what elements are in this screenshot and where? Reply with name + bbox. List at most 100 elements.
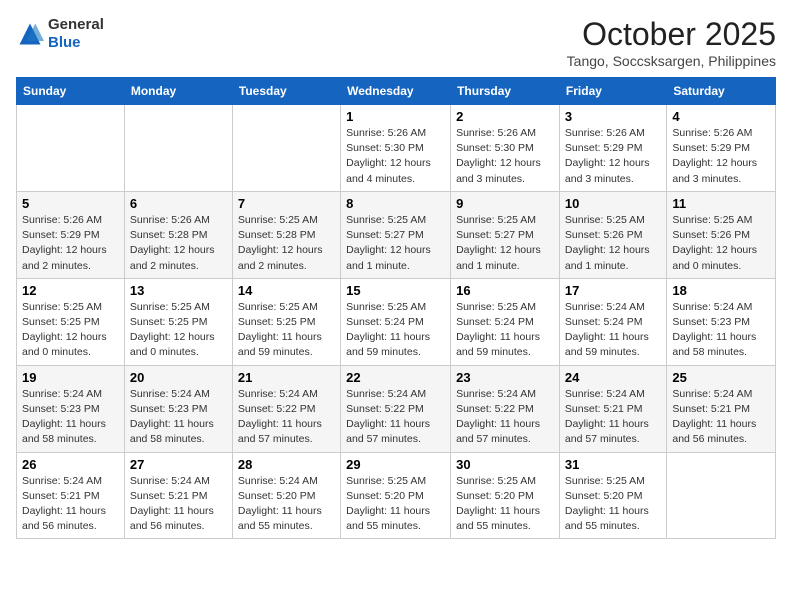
calendar-cell: 17Sunrise: 5:24 AM Sunset: 5:24 PM Dayli…	[559, 278, 666, 365]
day-number: 7	[238, 196, 335, 211]
day-info: Sunrise: 5:25 AM Sunset: 5:27 PM Dayligh…	[456, 213, 554, 274]
day-number: 23	[456, 370, 554, 385]
title-area: October 2025 Tango, Soccsksargen, Philip…	[567, 16, 776, 69]
day-info: Sunrise: 5:24 AM Sunset: 5:22 PM Dayligh…	[456, 387, 554, 448]
weekday-header-wednesday: Wednesday	[341, 78, 451, 105]
day-info: Sunrise: 5:26 AM Sunset: 5:29 PM Dayligh…	[672, 126, 770, 187]
day-number: 5	[22, 196, 119, 211]
day-number: 18	[672, 283, 770, 298]
calendar-week-1: 5 Sunrise: 5:26 AM Sunset: 5:29 PM Daylig…	[17, 191, 776, 278]
calendar-cell	[17, 105, 125, 192]
day-number: 13	[130, 283, 227, 298]
day-number: 4	[672, 109, 770, 124]
weekday-header-thursday: Thursday	[451, 78, 560, 105]
day-number: 2	[456, 109, 554, 124]
day-number: 21	[238, 370, 335, 385]
day-info: Sunrise: 5:25 AM Sunset: 5:20 PM Dayligh…	[346, 474, 445, 535]
calendar-cell: 27 Sunrise: 5:24 AM Sunset: 5:21 PM Dayli…	[124, 452, 232, 539]
day-info: Sunrise: 5:25 AM Sunset: 5:24 PM Dayligh…	[346, 300, 445, 361]
day-info: Sunrise: 5:24 AM Sunset: 5:21 PM Dayligh…	[672, 387, 770, 448]
calendar-cell: 31 Sunrise: 5:25 AM Sunset: 5:20 PM Dayli…	[559, 452, 666, 539]
day-number: 28	[238, 457, 335, 472]
day-number: 22	[346, 370, 445, 385]
calendar-cell: 18 Sunrise: 5:24 AM Sunset: 5:23 PM Dayli…	[667, 278, 776, 365]
weekday-header-friday: Friday	[559, 78, 666, 105]
day-info: Sunrise: 5:25 AM Sunset: 5:26 PM Dayligh…	[672, 213, 770, 274]
calendar-week-0: 1Sunrise: 5:26 AM Sunset: 5:30 PM Daylig…	[17, 105, 776, 192]
day-number: 24	[565, 370, 661, 385]
day-info: Sunrise: 5:24 AM Sunset: 5:22 PM Dayligh…	[346, 387, 445, 448]
day-number: 8	[346, 196, 445, 211]
calendar-cell	[124, 105, 232, 192]
calendar-cell: 29Sunrise: 5:25 AM Sunset: 5:20 PM Dayli…	[341, 452, 451, 539]
day-info: Sunrise: 5:24 AM Sunset: 5:21 PM Dayligh…	[22, 474, 119, 535]
day-number: 9	[456, 196, 554, 211]
day-info: Sunrise: 5:24 AM Sunset: 5:24 PM Dayligh…	[565, 300, 661, 361]
calendar-cell: 19 Sunrise: 5:24 AM Sunset: 5:23 PM Dayli…	[17, 365, 125, 452]
weekday-header-monday: Monday	[124, 78, 232, 105]
day-info: Sunrise: 5:26 AM Sunset: 5:29 PM Dayligh…	[22, 213, 119, 274]
calendar-cell: 11 Sunrise: 5:25 AM Sunset: 5:26 PM Dayli…	[667, 191, 776, 278]
calendar-cell: 3Sunrise: 5:26 AM Sunset: 5:29 PM Daylig…	[559, 105, 666, 192]
day-number: 20	[130, 370, 227, 385]
day-info: Sunrise: 5:24 AM Sunset: 5:23 PM Dayligh…	[130, 387, 227, 448]
day-info: Sunrise: 5:25 AM Sunset: 5:25 PM Dayligh…	[22, 300, 119, 361]
calendar-table: SundayMondayTuesdayWednesdayThursdayFrid…	[16, 77, 776, 539]
calendar-cell: 1Sunrise: 5:26 AM Sunset: 5:30 PM Daylig…	[341, 105, 451, 192]
calendar-cell: 10Sunrise: 5:25 AM Sunset: 5:26 PM Dayli…	[559, 191, 666, 278]
calendar-cell: 12 Sunrise: 5:25 AM Sunset: 5:25 PM Dayli…	[17, 278, 125, 365]
day-info: Sunrise: 5:24 AM Sunset: 5:21 PM Dayligh…	[130, 474, 227, 535]
day-info: Sunrise: 5:25 AM Sunset: 5:27 PM Dayligh…	[346, 213, 445, 274]
calendar-week-3: 19 Sunrise: 5:24 AM Sunset: 5:23 PM Dayli…	[17, 365, 776, 452]
weekday-header-tuesday: Tuesday	[232, 78, 340, 105]
day-info: Sunrise: 5:24 AM Sunset: 5:20 PM Dayligh…	[238, 474, 335, 535]
day-info: Sunrise: 5:25 AM Sunset: 5:24 PM Dayligh…	[456, 300, 554, 361]
logo-text: General Blue	[48, 16, 104, 52]
weekday-header-saturday: Saturday	[667, 78, 776, 105]
day-number: 25	[672, 370, 770, 385]
calendar-cell: 21 Sunrise: 5:24 AM Sunset: 5:22 PM Dayli…	[232, 365, 340, 452]
day-number: 31	[565, 457, 661, 472]
calendar-cell: 24 Sunrise: 5:24 AM Sunset: 5:21 PM Dayli…	[559, 365, 666, 452]
day-number: 15	[346, 283, 445, 298]
day-info: Sunrise: 5:25 AM Sunset: 5:28 PM Dayligh…	[238, 213, 335, 274]
day-info: Sunrise: 5:24 AM Sunset: 5:22 PM Dayligh…	[238, 387, 335, 448]
page-header: General Blue October 2025 Tango, Soccsks…	[16, 16, 776, 69]
calendar-week-2: 12 Sunrise: 5:25 AM Sunset: 5:25 PM Dayli…	[17, 278, 776, 365]
calendar-cell: 14 Sunrise: 5:25 AM Sunset: 5:25 PM Dayli…	[232, 278, 340, 365]
calendar-cell: 7 Sunrise: 5:25 AM Sunset: 5:28 PM Daylig…	[232, 191, 340, 278]
day-info: Sunrise: 5:26 AM Sunset: 5:30 PM Dayligh…	[456, 126, 554, 187]
calendar-cell: 13 Sunrise: 5:25 AM Sunset: 5:25 PM Dayli…	[124, 278, 232, 365]
calendar-title: October 2025	[567, 16, 776, 53]
day-info: Sunrise: 5:24 AM Sunset: 5:23 PM Dayligh…	[22, 387, 119, 448]
day-info: Sunrise: 5:25 AM Sunset: 5:20 PM Dayligh…	[456, 474, 554, 535]
calendar-cell: 15 Sunrise: 5:25 AM Sunset: 5:24 PM Dayli…	[341, 278, 451, 365]
day-number: 12	[22, 283, 119, 298]
day-number: 19	[22, 370, 119, 385]
calendar-subtitle: Tango, Soccsksargen, Philippines	[567, 53, 776, 69]
day-info: Sunrise: 5:25 AM Sunset: 5:26 PM Dayligh…	[565, 213, 661, 274]
weekday-header-sunday: Sunday	[17, 78, 125, 105]
day-info: Sunrise: 5:25 AM Sunset: 5:20 PM Dayligh…	[565, 474, 661, 535]
calendar-cell: 28 Sunrise: 5:24 AM Sunset: 5:20 PM Dayli…	[232, 452, 340, 539]
day-info: Sunrise: 5:24 AM Sunset: 5:23 PM Dayligh…	[672, 300, 770, 361]
day-number: 14	[238, 283, 335, 298]
day-number: 6	[130, 196, 227, 211]
calendar-cell	[667, 452, 776, 539]
day-info: Sunrise: 5:26 AM Sunset: 5:30 PM Dayligh…	[346, 126, 445, 187]
day-info: Sunrise: 5:25 AM Sunset: 5:25 PM Dayligh…	[238, 300, 335, 361]
day-info: Sunrise: 5:24 AM Sunset: 5:21 PM Dayligh…	[565, 387, 661, 448]
calendar-cell: 26 Sunrise: 5:24 AM Sunset: 5:21 PM Dayli…	[17, 452, 125, 539]
calendar-cell: 6Sunrise: 5:26 AM Sunset: 5:28 PM Daylig…	[124, 191, 232, 278]
day-info: Sunrise: 5:25 AM Sunset: 5:25 PM Dayligh…	[130, 300, 227, 361]
calendar-cell: 30Sunrise: 5:25 AM Sunset: 5:20 PM Dayli…	[451, 452, 560, 539]
day-number: 27	[130, 457, 227, 472]
day-number: 11	[672, 196, 770, 211]
day-number: 3	[565, 109, 661, 124]
day-number: 26	[22, 457, 119, 472]
calendar-cell: 2 Sunrise: 5:26 AM Sunset: 5:30 PM Daylig…	[451, 105, 560, 192]
calendar-cell: 9 Sunrise: 5:25 AM Sunset: 5:27 PM Daylig…	[451, 191, 560, 278]
calendar-cell: 23 Sunrise: 5:24 AM Sunset: 5:22 PM Dayli…	[451, 365, 560, 452]
calendar-cell: 16Sunrise: 5:25 AM Sunset: 5:24 PM Dayli…	[451, 278, 560, 365]
logo-icon	[16, 20, 44, 48]
